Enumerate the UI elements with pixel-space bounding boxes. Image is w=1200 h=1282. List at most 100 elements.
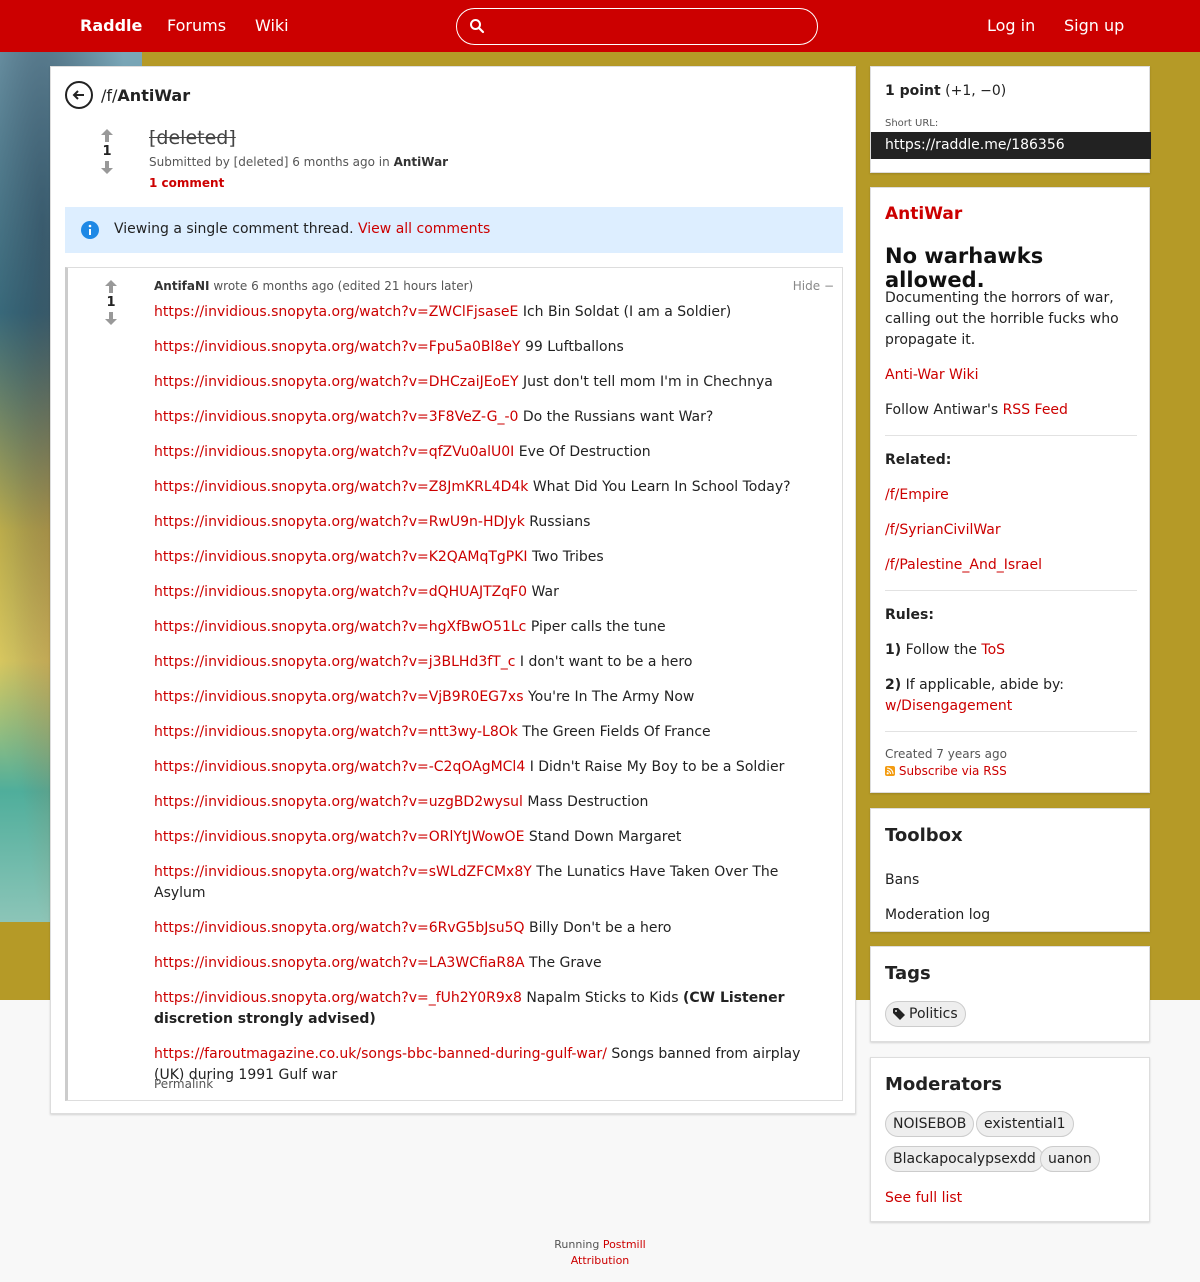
moderation-log-link[interactable]: Moderation log: [885, 905, 1137, 926]
farout-link[interactable]: https://faroutmagazine.co.uk/songs-bbc-b…: [154, 1046, 607, 1062]
alert-text: Viewing a single comment thread.: [114, 221, 354, 237]
song-link[interactable]: https://invidious.snopyta.org/watch?v=Rw…: [154, 514, 525, 530]
post-title[interactable]: [deleted]: [149, 127, 236, 149]
song-link[interactable]: https://invidious.snopyta.org/watch?v=Fp…: [154, 339, 521, 355]
attribution-link[interactable]: Attribution: [571, 1254, 630, 1267]
post-info-box: 1 point (+1, −0) Short URL: https://radd…: [870, 66, 1151, 173]
downvote-icon[interactable]: [105, 312, 117, 325]
song-item: https://invidious.snopyta.org/watch?v=nt…: [154, 722, 834, 743]
post-comments-link[interactable]: 1 comment: [149, 176, 224, 190]
hide-comment-button[interactable]: Hide −: [793, 279, 834, 293]
forum-name-link[interactable]: AntiWar: [885, 204, 962, 224]
brand-link[interactable]: Raddle: [80, 16, 142, 35]
post-points: 1 point (+1, −0): [885, 83, 1006, 99]
arrow-left-icon: [72, 90, 84, 100]
song-link[interactable]: https://invidious.snopyta.org/watch?v=nt…: [154, 724, 518, 740]
song-link[interactable]: https://invidious.snopyta.org/watch?v=_f…: [154, 990, 522, 1006]
tos-link[interactable]: ToS: [981, 642, 1005, 658]
song-link[interactable]: https://invidious.snopyta.org/watch?v=qf…: [154, 444, 514, 460]
single-thread-alert: Viewing a single comment thread. View al…: [65, 207, 843, 253]
signup-link[interactable]: Sign up: [1064, 16, 1124, 35]
rule-1: 1) Follow the ToS: [885, 640, 1137, 661]
song-item: https://invidious.snopyta.org/watch?v=dQ…: [154, 582, 834, 603]
song-title: What Did You Learn In School Today?: [532, 479, 791, 495]
post-vote: 1: [97, 129, 117, 174]
breadcrumb-prefix: /f/: [101, 86, 118, 105]
post-submitted-by: Submitted by [deleted] 6 months ago in: [149, 155, 390, 169]
breadcrumb-forum-link[interactable]: AntiWar: [117, 86, 190, 105]
song-title: The Grave: [529, 955, 602, 971]
upvote-icon[interactable]: [101, 129, 113, 142]
back-button[interactable]: [65, 81, 93, 109]
moderator-pill[interactable]: uanon: [1040, 1146, 1100, 1172]
subscribe-rss-link[interactable]: Subscribe via RSS: [899, 764, 1007, 778]
song-link[interactable]: https://invidious.snopyta.org/watch?v=K2…: [154, 549, 528, 565]
song-link[interactable]: https://invidious.snopyta.org/watch?v=uz…: [154, 794, 523, 810]
song-link[interactable]: https://invidious.snopyta.org/watch?v=OR…: [154, 829, 524, 845]
song-title: Billy Don't be a hero: [528, 920, 672, 936]
subscribe-rss[interactable]: Subscribe via RSS: [885, 764, 1007, 778]
postmill-link[interactable]: Postmill: [603, 1238, 646, 1251]
forum-tagline: No warhawks allowed.: [885, 244, 1044, 292]
song-link[interactable]: https://invidious.snopyta.org/watch?v=-C…: [154, 759, 525, 775]
song-link[interactable]: https://invidious.snopyta.org/watch?v=dQ…: [154, 584, 527, 600]
rule-number: 2): [885, 677, 902, 693]
song-link[interactable]: https://invidious.snopyta.org/watch?v=sW…: [154, 864, 532, 880]
song-item: https://invidious.snopyta.org/watch?v=hg…: [154, 617, 834, 638]
comment: 1 AntifaNI wrote 6 months ago (edited 21…: [65, 267, 843, 1101]
forums-link[interactable]: Forums: [167, 16, 226, 35]
song-link[interactable]: https://invidious.snopyta.org/watch?v=DH…: [154, 374, 519, 390]
login-link[interactable]: Log in: [987, 16, 1035, 35]
toolbox-title: Toolbox: [885, 825, 963, 846]
comment-author-link[interactable]: AntifaNI: [154, 279, 210, 293]
song-item: https://invidious.snopyta.org/watch?v=Z8…: [154, 477, 834, 498]
song-title: Stand Down Margaret: [528, 829, 682, 845]
disengagement-link[interactable]: w/Disengagement: [885, 698, 1012, 714]
related-forum-link[interactable]: /f/SyrianCivilWar: [885, 520, 1137, 541]
comment-body: https://invidious.snopyta.org/watch?v=ZW…: [154, 302, 834, 1100]
song-link[interactable]: https://invidious.snopyta.org/watch?v=3F…: [154, 409, 518, 425]
song-link[interactable]: https://invidious.snopyta.org/watch?v=6R…: [154, 920, 525, 936]
short-url-field[interactable]: https://raddle.me/186356: [871, 132, 1151, 159]
related-label: Related:: [885, 452, 952, 468]
permalink-link[interactable]: Permalink: [154, 1077, 213, 1091]
moderator-pill[interactable]: existential1: [976, 1111, 1074, 1137]
post-forum-link[interactable]: AntiWar: [394, 155, 449, 169]
song-link[interactable]: https://invidious.snopyta.org/watch?v=LA…: [154, 955, 525, 971]
song-link[interactable]: https://invidious.snopyta.org/watch?v=j3…: [154, 654, 515, 670]
created-date: Created 7 years ago: [885, 747, 1007, 761]
forum-description: Documenting the horrors of war, calling …: [885, 290, 1119, 348]
see-full-list-link[interactable]: See full list: [885, 1188, 1137, 1209]
song-link[interactable]: https://invidious.snopyta.org/watch?v=Vj…: [154, 689, 524, 705]
song-item: https://invidious.snopyta.org/watch?v=Vj…: [154, 687, 834, 708]
comment-score: 1: [106, 295, 116, 310]
downvote-icon[interactable]: [101, 161, 113, 174]
song-item: https://invidious.snopyta.org/watch?v=Rw…: [154, 512, 834, 533]
related-forum-link[interactable]: /f/Palestine_And_Israel: [885, 555, 1137, 576]
search-input[interactable]: [491, 13, 811, 40]
song-title: I Didn't Raise My Boy to be a Soldier: [529, 759, 785, 775]
tag-pill[interactable]: Politics: [885, 1001, 966, 1027]
song-link[interactable]: https://invidious.snopyta.org/watch?v=ZW…: [154, 304, 518, 320]
moderator-pill[interactable]: Blackapocalypsexdd: [885, 1146, 1044, 1172]
search-box[interactable]: [456, 8, 818, 45]
song-title: Piper calls the tune: [530, 619, 666, 635]
wiki-link[interactable]: Wiki: [255, 16, 289, 35]
follow-prefix: Follow Antiwar's: [885, 402, 999, 418]
song-link[interactable]: https://invidious.snopyta.org/watch?v=hg…: [154, 619, 526, 635]
rss-feed-link[interactable]: RSS Feed: [1003, 402, 1068, 418]
moderator-pill[interactable]: NOISEBOB: [885, 1111, 975, 1137]
song-link-list: https://invidious.snopyta.org/watch?v=ZW…: [154, 302, 834, 974]
post-meta: Submitted by [deleted] 6 months ago in A…: [149, 155, 448, 169]
breadcrumb: /f/AntiWar: [101, 86, 190, 105]
song-item: https://invidious.snopyta.org/watch?v=6R…: [154, 918, 834, 939]
bans-link[interactable]: Bans: [885, 870, 1137, 891]
song-title: You're In The Army Now: [527, 689, 695, 705]
related-forum-link[interactable]: /f/Empire: [885, 485, 1137, 506]
upvote-icon[interactable]: [105, 280, 117, 293]
divider: [885, 731, 1137, 732]
view-all-comments-link[interactable]: View all comments: [358, 221, 490, 237]
song-link[interactable]: https://invidious.snopyta.org/watch?v=Z8…: [154, 479, 528, 495]
napalm-item: https://invidious.snopyta.org/watch?v=_f…: [154, 988, 834, 1030]
wiki-page-link[interactable]: Anti-War Wiki: [885, 365, 1137, 386]
